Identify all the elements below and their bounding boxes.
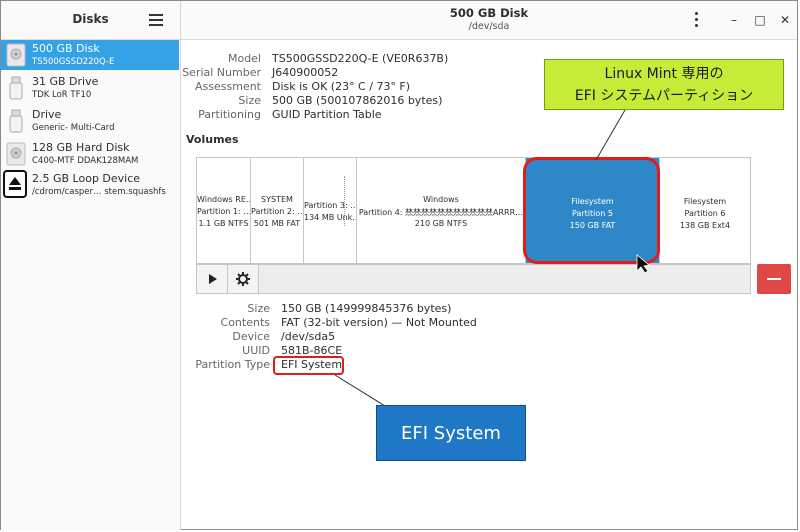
callout-line-1: Linux Mint 専用の	[604, 66, 724, 82]
callout-line-2: EFI システムパーティション	[574, 88, 754, 104]
callout-linux-mint-efi: Linux Mint 専用の EFI システムパーティション	[544, 59, 784, 110]
callout-efi-system: EFI System	[376, 405, 526, 461]
mouse-cursor-icon	[636, 254, 650, 274]
